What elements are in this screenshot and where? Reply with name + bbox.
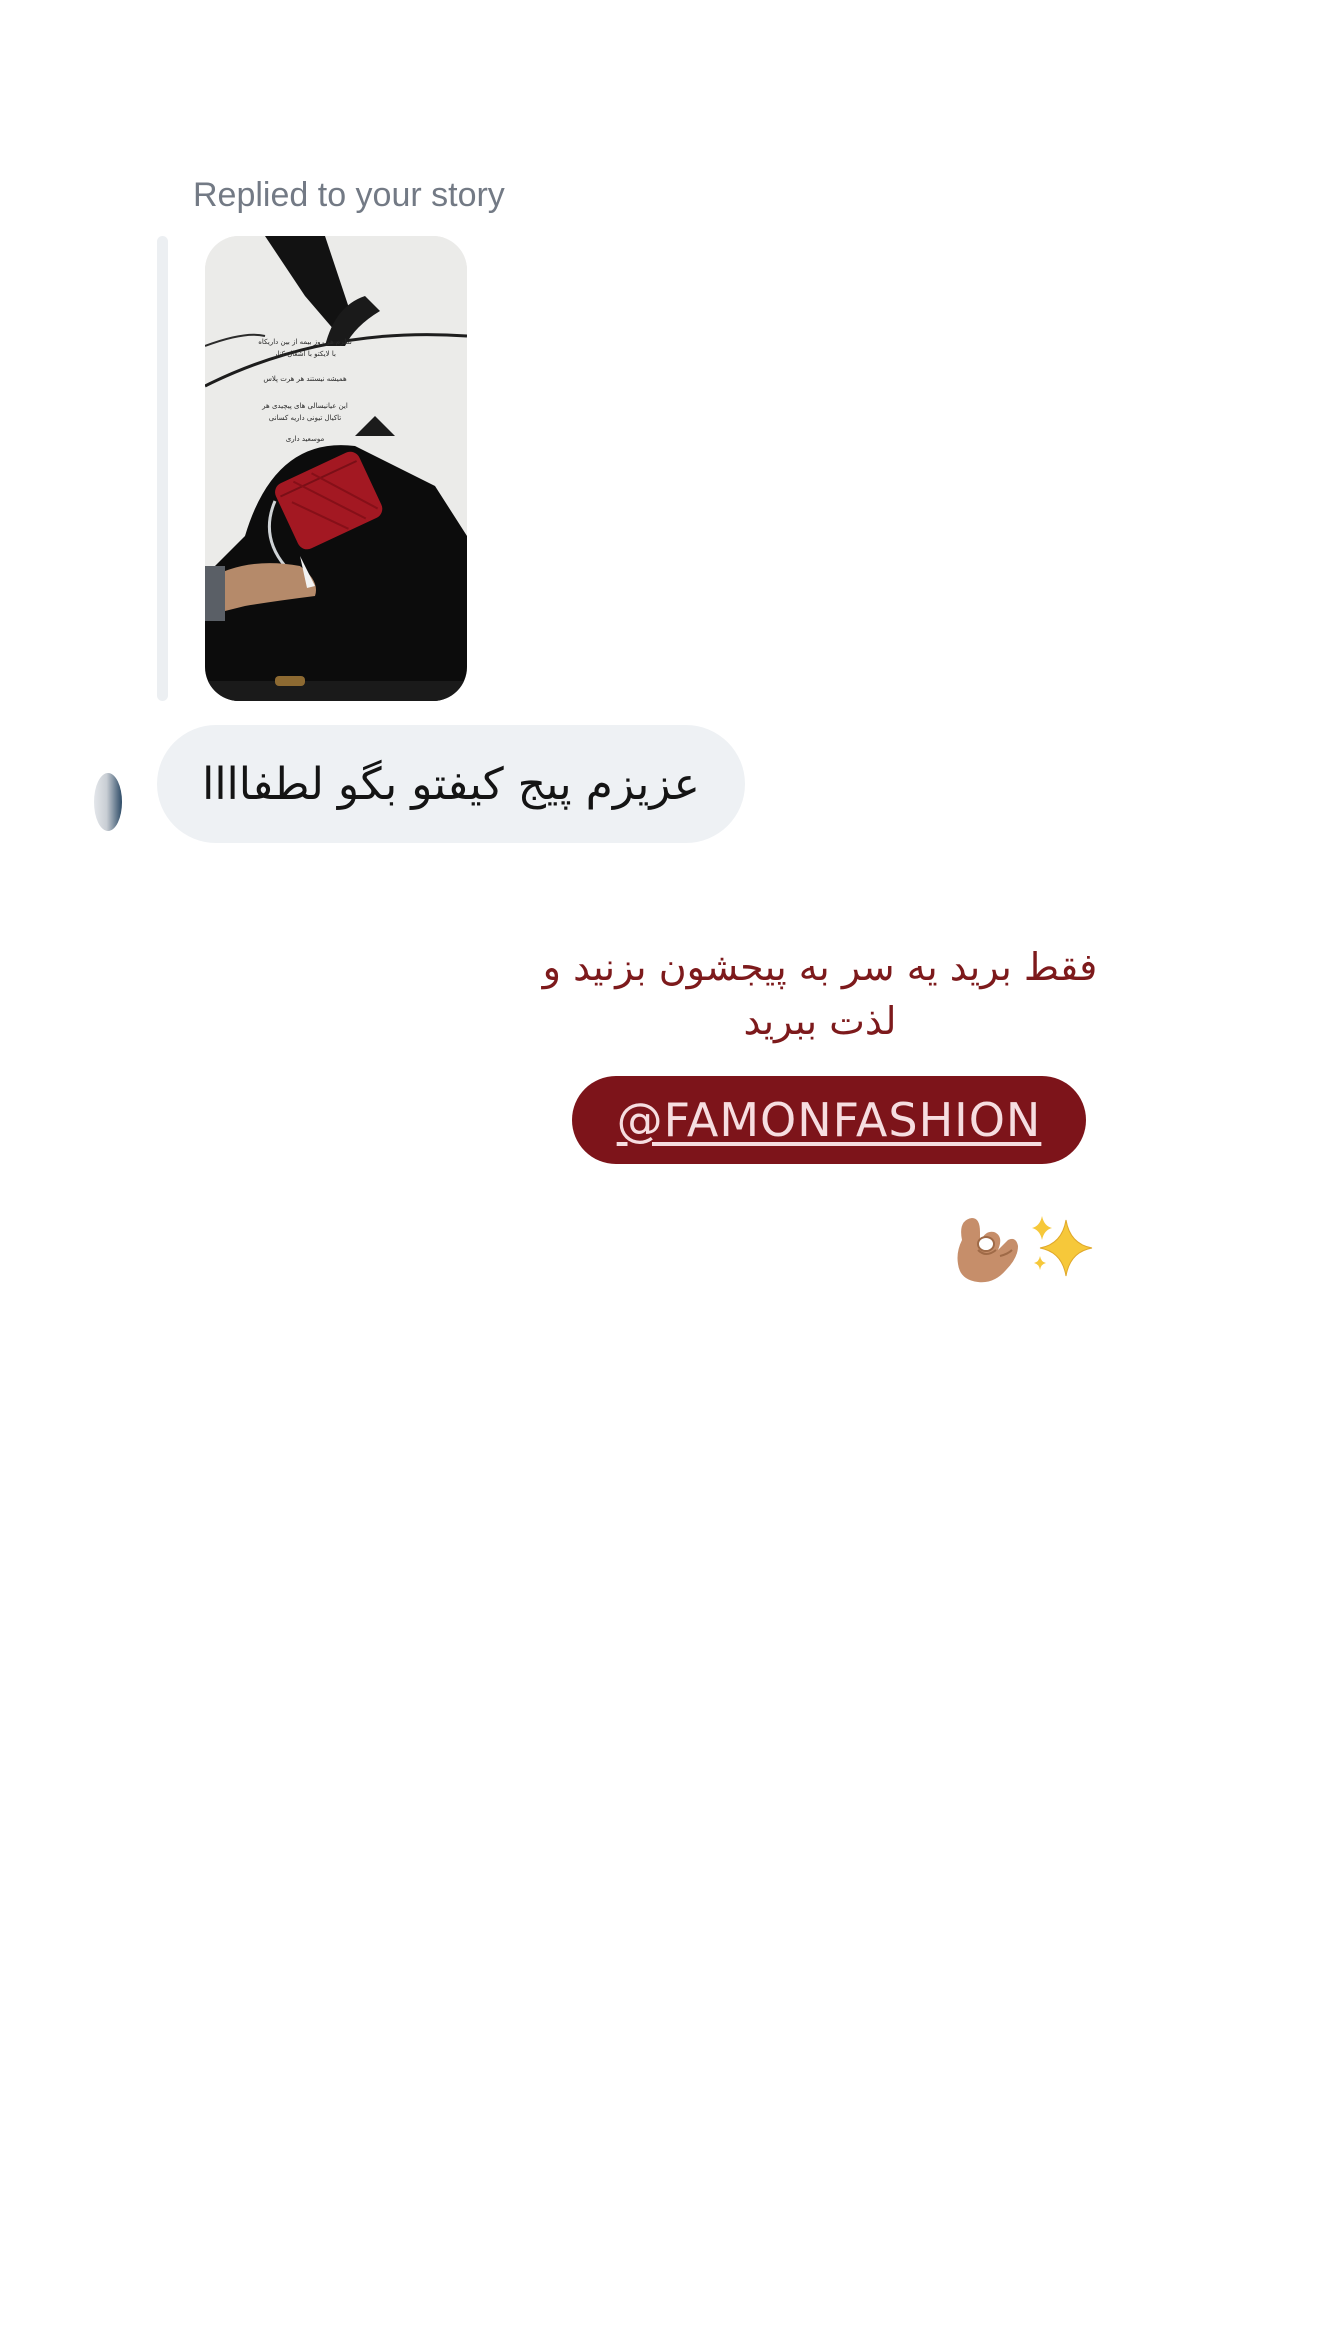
mention-text: @FAMONFASHION: [616, 1093, 1042, 1147]
story-reply-line: فقط برید یه سر به پیجشون بزنید و: [542, 945, 1098, 989]
story-reply-text: فقط برید یه سر به پیجشون بزنید و لذت ببر…: [480, 940, 1160, 1048]
story-thumbnail[interactable]: نظرم هر روز بیمه از بین داریکاه با لایکت…: [205, 236, 467, 701]
story-caption-line: تاکیال تیونی داریه کسانی: [269, 414, 342, 422]
sender-avatar[interactable]: [94, 773, 122, 831]
sparkles-emoji: [1032, 1216, 1093, 1277]
message-text: عزیزم پیج کیفتو بگو لطفاااا: [202, 758, 700, 810]
reply-context-label: Replied to your story: [193, 176, 505, 214]
ok-hand-emoji: [957, 1218, 1018, 1283]
story-caption-line: همیشه نیستند هر هرت پلاس: [263, 375, 347, 383]
story-caption-line: نظرم هر روز بیمه از بین داریکاه: [258, 338, 352, 346]
story-caption-line: موسعید داری: [286, 435, 325, 443]
emoji-row: [950, 1208, 1102, 1288]
reply-quote-bar: [157, 236, 168, 701]
message-bubble[interactable]: عزیزم پیج کیفتو بگو لطفاااا: [157, 725, 745, 843]
story-reply-line: لذت ببرید: [743, 999, 897, 1043]
story-image: نظرم هر روز بیمه از بین داریکاه با لایکت…: [205, 236, 467, 701]
story-caption-line: با لایکتو با آشغال کنار: [273, 349, 336, 358]
mention-sticker[interactable]: @FAMONFASHION: [572, 1076, 1086, 1164]
story-caption-line: این عیانیسالی های پیچیدی هر: [261, 402, 348, 410]
